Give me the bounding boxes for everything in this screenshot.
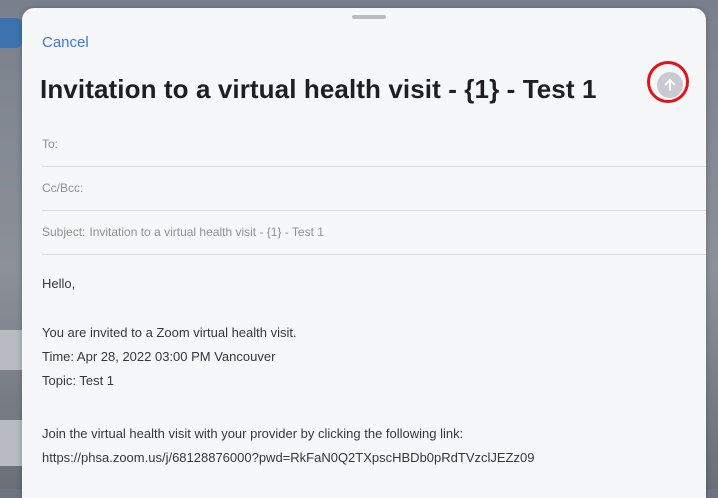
cancel-button[interactable]: Cancel: [42, 34, 89, 51]
body-join-line: Join the virtual health visit with your …: [42, 426, 464, 441]
compose-title: Invitation to a virtual health visit - {…: [40, 74, 597, 104]
ccbcc-field[interactable]: Cc/Bcc:: [42, 166, 706, 211]
body-greeting: Hello,: [42, 276, 76, 291]
to-field[interactable]: To:: [42, 122, 706, 167]
body-topic-line: Topic: Test 1: [42, 373, 115, 388]
background-app-icon: [0, 18, 22, 48]
background-panel: [0, 420, 22, 466]
sheet-grabber-handle[interactable]: [352, 15, 386, 19]
background-panel: [0, 330, 22, 370]
body-invite-line: You are invited to a Zoom virtual health…: [42, 325, 297, 340]
mail-compose-sheet: Cancel Invitation to a virtual health vi…: [22, 8, 706, 498]
ccbcc-label: Cc/Bcc:: [42, 181, 84, 195]
body-time-line: Time: Apr 28, 2022 03:00 PM Vancouver: [42, 349, 276, 364]
subject-label: Subject:: [42, 225, 86, 239]
subject-field[interactable]: Subject: Invitation to a virtual health …: [42, 210, 706, 255]
subject-value: Invitation to a virtual health visit - {…: [89, 225, 324, 239]
body-join-link[interactable]: https://phsa.zoom.us/j/68128876000?pwd=R…: [42, 450, 534, 465]
highlight-annotation-circle: [647, 61, 689, 103]
to-label: To:: [42, 137, 59, 151]
